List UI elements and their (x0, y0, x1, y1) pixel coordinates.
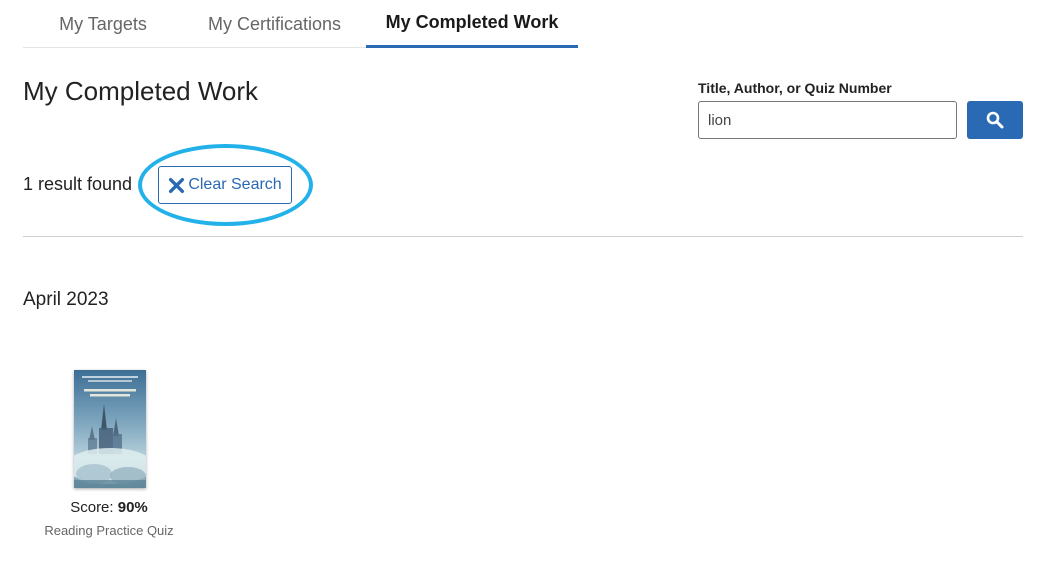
search-icon (986, 111, 1004, 129)
score-line: Score: 90% (38, 499, 180, 516)
score-value: 90% (117, 499, 148, 516)
completed-work-page: My Targets My Certifications My Complete… (0, 0, 1040, 566)
quiz-type: Reading Practice Quiz (44, 523, 174, 538)
tab-my-certifications[interactable]: My Certifications (183, 0, 366, 48)
month-heading: April 2023 (23, 289, 109, 310)
tab-bar: My Targets My Certifications My Complete… (23, 0, 578, 48)
result-count: 1 result found (23, 174, 133, 194)
book-card[interactable]: Score: 90% Reading Practice Quiz (38, 370, 180, 545)
divider (23, 236, 1023, 237)
search-button[interactable] (967, 101, 1023, 139)
book-cover-art (74, 370, 146, 488)
close-icon (169, 177, 185, 193)
search-label: Title, Author, or Quiz Number (698, 80, 892, 96)
book-cover[interactable] (74, 370, 146, 488)
score-label: Score: (70, 499, 118, 516)
clear-search-label: Clear Search (188, 176, 282, 193)
tab-my-completed-work[interactable]: My Completed Work (366, 0, 578, 48)
tab-my-targets[interactable]: My Targets (23, 0, 183, 48)
clear-search-button[interactable]: Clear Search (158, 166, 292, 204)
page-title: My Completed Work (23, 76, 259, 106)
search-input[interactable] (698, 101, 957, 139)
